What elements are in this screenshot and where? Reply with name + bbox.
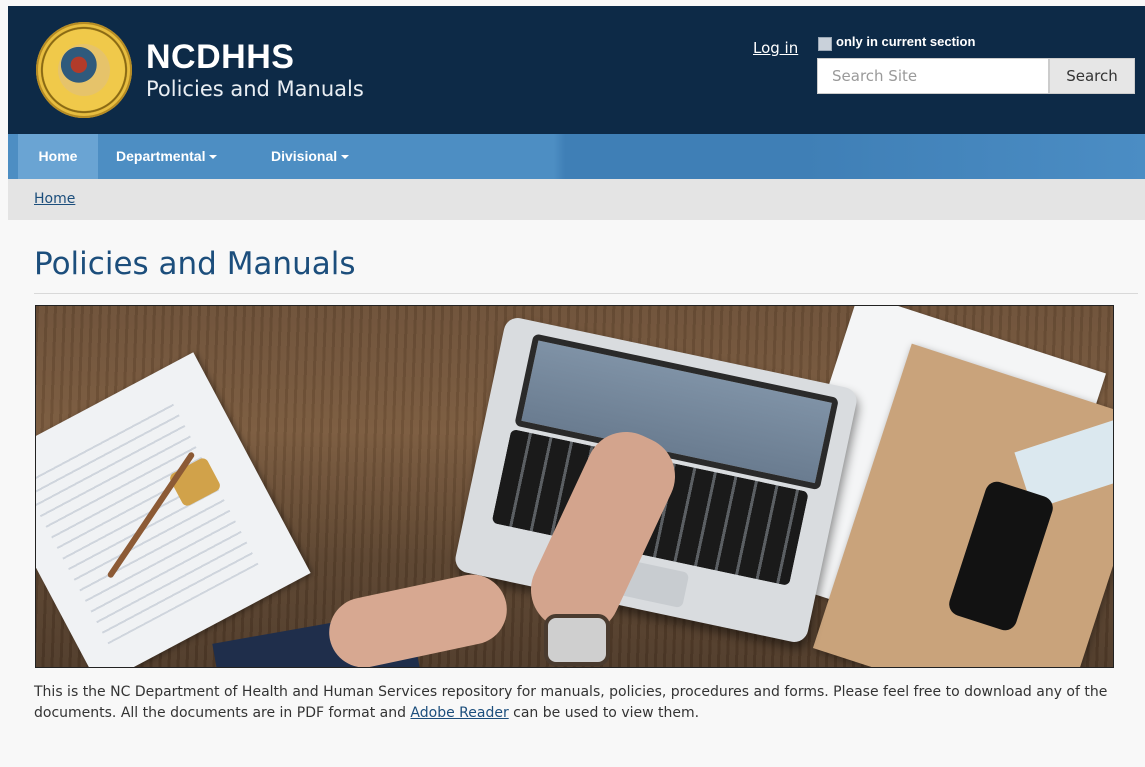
nav-item-label: Departmental xyxy=(116,148,206,164)
brand-title[interactable]: NCDHHS xyxy=(146,38,294,77)
nav-item-label: Divisional xyxy=(271,148,338,164)
intro-paragraph: This is the NC Department of Health and … xyxy=(34,682,1124,724)
nav-item-departmental[interactable]: Departmental xyxy=(116,134,218,179)
breadcrumb: Home xyxy=(8,179,1145,220)
search-input[interactable] xyxy=(817,58,1049,94)
nav-item-label: Home xyxy=(38,148,78,164)
site-header: NCDHHS Policies and Manuals Log in only … xyxy=(8,6,1145,134)
title-divider xyxy=(34,293,1138,294)
nav-item-divisional[interactable]: Divisional xyxy=(271,134,350,179)
document-paper-illustration xyxy=(36,352,311,667)
current-section-label: only in current section xyxy=(836,34,976,49)
current-section-checkbox[interactable] xyxy=(818,37,832,51)
hero-image xyxy=(35,305,1114,668)
caret-down-icon xyxy=(341,155,350,160)
watch-illustration xyxy=(544,614,610,666)
nav-item-home[interactable]: Home xyxy=(18,134,98,179)
page: NCDHHS Policies and Manuals Log in only … xyxy=(0,0,1145,767)
caret-down-icon xyxy=(209,155,218,160)
adobe-reader-link[interactable]: Adobe Reader xyxy=(410,705,508,721)
brand-subtitle[interactable]: Policies and Manuals xyxy=(146,77,364,101)
nc-seal-logo[interactable] xyxy=(36,22,132,118)
main-nav: Home Departmental Divisional xyxy=(8,134,1145,179)
search-button[interactable]: Search xyxy=(1049,58,1135,94)
left-hand-illustration xyxy=(322,568,514,667)
breadcrumb-home[interactable]: Home xyxy=(34,191,75,207)
seal-center xyxy=(58,44,110,96)
page-title: Policies and Manuals xyxy=(34,246,356,282)
intro-text-end: can be used to view them. xyxy=(508,705,700,721)
login-link[interactable]: Log in xyxy=(753,39,798,57)
